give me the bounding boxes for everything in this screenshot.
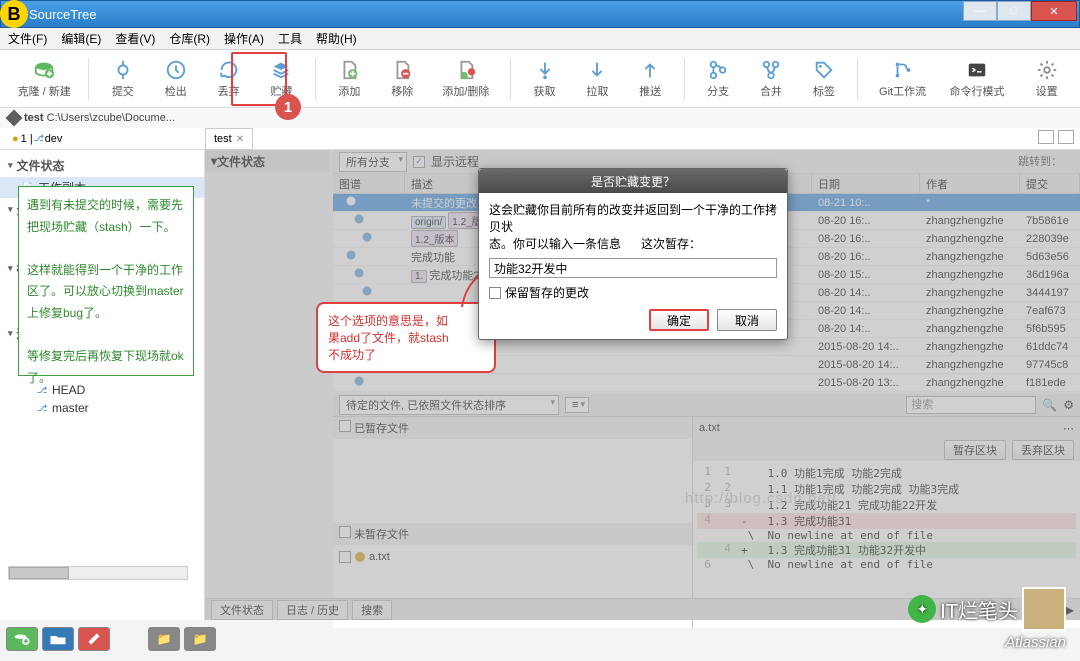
- remote-master[interactable]: ⎇master: [0, 399, 204, 417]
- stash-dialog: 是否贮藏变更？ 这会贮藏你目前所有的改变并返回到一个干净的工作拷贝状 态。你可以…: [478, 168, 788, 340]
- staged-hdr: 已暂存文件: [354, 423, 409, 435]
- discard-hunk-button[interactable]: 丢弃区块: [1012, 440, 1074, 460]
- titlebar: SourceTree — □ ✕: [0, 0, 1080, 28]
- modified-icon: [355, 552, 365, 562]
- remove-repo-button[interactable]: [78, 627, 110, 651]
- menu-help[interactable]: 帮助(H): [316, 30, 357, 47]
- menu-tools[interactable]: 工具: [278, 30, 302, 47]
- menu-repo[interactable]: 仓库(R): [169, 30, 210, 47]
- pathbar: test C:\Users\zcube\Docume...: [0, 108, 1080, 128]
- repo-actions: 📁 📁: [6, 627, 216, 651]
- file-status-header[interactable]: 文件状态: [217, 153, 265, 170]
- minimize-button[interactable]: —: [963, 1, 997, 21]
- toolbar: 克隆 / 新建 提交 检出 丢弃 贮藏 添加 移除 添加/删除 获取 拉取 推送…: [0, 50, 1080, 108]
- tab-test[interactable]: test✕: [205, 128, 253, 150]
- tool-tag[interactable]: 标签: [801, 54, 848, 104]
- chevron-right-icon[interactable]: ▶: [1065, 603, 1074, 617]
- branchbar: ● 1 | ⎇ dev test✕: [0, 128, 1080, 150]
- btab-filestatus[interactable]: 文件状态: [211, 600, 273, 620]
- search-input[interactable]: [906, 396, 1036, 414]
- folder-button-1[interactable]: 📁: [148, 627, 180, 651]
- keep-staged-checkbox[interactable]: [489, 287, 501, 299]
- chk-show-remote[interactable]: ✓: [413, 156, 425, 168]
- ahead-icon: ●: [12, 133, 19, 145]
- show-remote-label: 显示远程: [431, 153, 479, 170]
- table-row[interactable]: 2015-08-20 13:..zhangzhengzhef181ede: [333, 374, 1080, 392]
- tool-pull[interactable]: 拉取: [574, 54, 621, 104]
- watermark: http://blog.csdn.net/: [685, 490, 837, 507]
- tool-branch[interactable]: 分支: [695, 54, 742, 104]
- section-filestatus[interactable]: ▾文件状态: [0, 154, 204, 177]
- filter-branch[interactable]: 所有分支: [339, 152, 407, 172]
- tool-add[interactable]: 添加: [326, 54, 373, 104]
- chk-unstaged[interactable]: [339, 526, 351, 538]
- tool-discard[interactable]: 丢弃: [205, 54, 252, 104]
- tool-gitflow[interactable]: Git工作流: [868, 54, 936, 104]
- close-icon[interactable]: ✕: [236, 134, 244, 145]
- chk-staged[interactable]: [339, 420, 351, 432]
- ok-button[interactable]: 确定: [649, 309, 709, 331]
- pending-sort[interactable]: 待定的文件, 已依照文件状态排序: [339, 395, 559, 415]
- folder-button-2[interactable]: 📁: [184, 627, 216, 651]
- close-button[interactable]: ✕: [1031, 1, 1077, 21]
- diff-filename: a.txt: [699, 422, 720, 434]
- tool-merge[interactable]: 合并: [748, 54, 795, 104]
- dialog-title: 是否贮藏变更？: [479, 169, 787, 193]
- menubar: 文件(F) 编辑(E) 查看(V) 仓库(R) 操作(A) 工具 帮助(H): [0, 28, 1080, 50]
- tabs: test✕: [205, 128, 253, 150]
- annotation-callout: 这个选项的意思是，如 果add了文件，就stash 不成功了: [316, 302, 496, 373]
- view-mode-icon-2[interactable]: [1058, 130, 1074, 144]
- menu-action[interactable]: 操作(A): [224, 30, 264, 47]
- cancel-button[interactable]: 取消: [717, 309, 777, 331]
- search-icon[interactable]: 🔍: [1042, 398, 1057, 412]
- window-title: SourceTree: [29, 7, 96, 22]
- jump-to-label: 跳转到：: [1018, 153, 1062, 169]
- repo-icon: [6, 110, 23, 127]
- open-repo-button[interactable]: [42, 627, 74, 651]
- current-branch: dev: [45, 133, 63, 145]
- sidebar-scrollbar[interactable]: [8, 566, 188, 580]
- tool-push[interactable]: 推送: [627, 54, 674, 104]
- stage-hunk-button[interactable]: 暂存区块: [944, 440, 1006, 460]
- stash-message-input[interactable]: [489, 258, 777, 278]
- tool-terminal[interactable]: 命令行模式: [943, 54, 1011, 104]
- tool-clone[interactable]: 克隆 / 新建: [10, 54, 78, 104]
- repo-name: test: [24, 112, 44, 124]
- view-mode-icon[interactable]: [1038, 130, 1054, 144]
- gear-icon[interactable]: ⚙: [1063, 398, 1074, 412]
- repo-path: C:\Users\zcube\Docume...: [47, 112, 175, 124]
- add-repo-button[interactable]: [6, 627, 38, 651]
- btab-log[interactable]: 日志 / 历史: [277, 600, 348, 620]
- branch-icon: ⎇: [33, 133, 45, 145]
- btab-search[interactable]: 搜索: [352, 600, 392, 620]
- tool-checkout[interactable]: 检出: [152, 54, 199, 104]
- brand-wechat: ✦ IT烂笔头: [908, 587, 1066, 631]
- tool-fetch[interactable]: 获取: [521, 54, 568, 104]
- tool-remove[interactable]: 移除: [379, 54, 426, 104]
- annotation-b: B: [0, 0, 28, 28]
- atlassian-label: Atlassian: [1005, 634, 1066, 651]
- menu-view[interactable]: 查看(V): [115, 30, 155, 47]
- annotation-note: 遇到有未提交的时候，需要先把现场贮藏（stash）一下。 这样就能得到一个干净的…: [18, 186, 194, 376]
- tool-commit[interactable]: 提交: [99, 54, 146, 104]
- menu-file[interactable]: 文件(F): [8, 30, 47, 47]
- file-row[interactable]: a.txt: [337, 549, 688, 565]
- unstaged-hdr: 未暂存文件: [354, 529, 409, 541]
- brand-avatar: [1022, 587, 1066, 631]
- tool-addremove[interactable]: 添加/删除: [432, 54, 500, 104]
- view-toggle[interactable]: ≡: [565, 397, 589, 413]
- tool-settings[interactable]: 设置: [1023, 54, 1070, 104]
- annotation-1: 1: [275, 94, 301, 120]
- maximize-button[interactable]: □: [997, 1, 1031, 21]
- wechat-icon: ✦: [908, 595, 936, 623]
- menu-edit[interactable]: 编辑(E): [61, 30, 101, 47]
